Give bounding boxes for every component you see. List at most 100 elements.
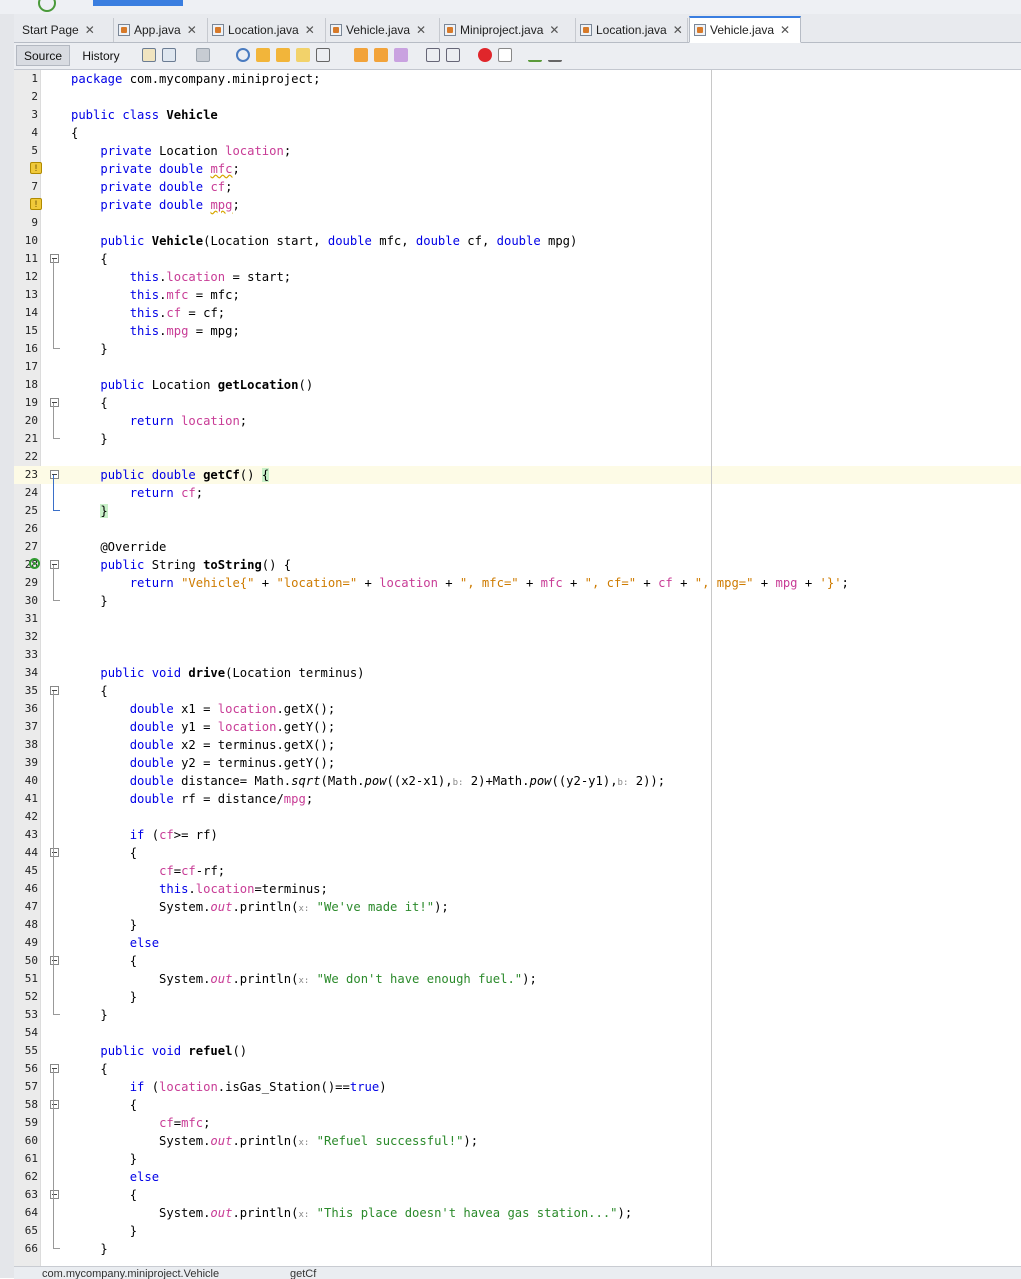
line-number: 1 (31, 72, 38, 85)
shift-right-icon[interactable] (446, 48, 460, 62)
line-number: 56 (24, 1062, 38, 1075)
tab-location-java-2[interactable]: Location.java ✕ (576, 18, 688, 42)
previous-bookmark-icon[interactable] (354, 48, 368, 62)
code-line: 13 this.mfc = mfc; (14, 286, 1021, 304)
code-editor[interactable]: 1 package com.mycompany.miniproject; 2 3p… (14, 70, 1021, 1266)
find-selection-icon[interactable] (296, 48, 310, 62)
line-number: 50 (24, 954, 38, 967)
forward-icon[interactable] (196, 48, 210, 62)
code-line: 6! private double mfc; (14, 160, 1021, 178)
code-line: 38 double x2 = terminus.getX(); (14, 736, 1021, 754)
fold-bracket (53, 1069, 60, 1249)
tab-location-java[interactable]: Location.java ✕ (208, 18, 326, 42)
code-line: 10 public Vehicle(Location start, double… (14, 232, 1021, 250)
line-number: 35 (24, 684, 38, 697)
close-icon[interactable]: ✕ (780, 23, 790, 37)
override-icon[interactable] (29, 558, 40, 569)
line-number: 44 (24, 846, 38, 859)
left-side-panel (0, 14, 15, 1278)
close-icon[interactable]: ✕ (549, 23, 559, 37)
code-line: 11 { (14, 250, 1021, 268)
fold-bracket-active (53, 475, 60, 511)
code-line: 4{ (14, 124, 1021, 142)
line-number: 37 (24, 720, 38, 733)
close-icon[interactable]: ✕ (187, 23, 197, 37)
start-macro-icon[interactable] (478, 48, 492, 62)
tab-vehicle-java[interactable]: Vehicle.java ✕ (326, 18, 440, 42)
code-line: 43 if (cf>= rf) (14, 826, 1021, 844)
line-number: 5 (31, 144, 38, 157)
code-line: 17 (14, 358, 1021, 376)
tab-start-page[interactable]: Start Page ✕ (18, 18, 114, 42)
java-file-icon (330, 24, 342, 36)
line-number: 25 (24, 504, 38, 517)
line-number: 65 (24, 1224, 38, 1237)
line-number: 3 (31, 108, 38, 121)
breadcrumb-method[interactable]: getCf (290, 1268, 316, 1279)
close-icon[interactable]: ✕ (85, 23, 95, 37)
close-icon[interactable]: ✕ (416, 23, 426, 37)
warning-icon[interactable]: ! (30, 162, 42, 174)
line-number: 38 (24, 738, 38, 751)
code-line: 20 return location; (14, 412, 1021, 430)
find-next-icon[interactable] (276, 48, 290, 62)
back-icon[interactable] (162, 48, 176, 62)
comment-icon[interactable] (528, 48, 542, 62)
code-line: 27 @Override (14, 538, 1021, 556)
warning-icon[interactable]: ! (30, 198, 42, 210)
tab-miniproject-java[interactable]: Miniproject.java ✕ (440, 18, 576, 42)
code-line: 42 (14, 808, 1021, 826)
line-number: 49 (24, 936, 38, 949)
line-number: 11 (24, 252, 38, 265)
code-line: 66 } (14, 1240, 1021, 1258)
code-line-current: 23 public double getCf() { (14, 466, 1021, 484)
line-number: 31 (24, 612, 38, 625)
find-icon[interactable] (236, 48, 250, 62)
breadcrumb-class[interactable]: com.mycompany.miniproject.Vehicle (42, 1268, 219, 1279)
code-line: 60 System.out.println(x: "Refuel success… (14, 1132, 1021, 1150)
toggle-highlight-icon[interactable] (316, 48, 330, 62)
code-line: 33 (14, 646, 1021, 664)
fold-bracket (53, 565, 60, 601)
stop-macro-icon[interactable] (498, 48, 512, 62)
code-line: 24 return cf; (14, 484, 1021, 502)
shift-left-icon[interactable] (426, 48, 440, 62)
code-line: 25 } (14, 502, 1021, 520)
line-number: 9 (31, 216, 38, 229)
code-line: 45 cf=cf-rf; (14, 862, 1021, 880)
line-number: 30 (24, 594, 38, 607)
code-line: 52 } (14, 988, 1021, 1006)
code-line: 49 else (14, 934, 1021, 952)
close-icon[interactable]: ✕ (305, 23, 315, 37)
line-number: 36 (24, 702, 38, 715)
code-line: 29 return "Vehicle{" + "location=" + loc… (14, 574, 1021, 592)
tab-vehicle-java-active[interactable]: Vehicle.java ✕ (689, 16, 801, 43)
find-previous-icon[interactable] (256, 48, 270, 62)
close-icon[interactable]: ✕ (673, 23, 683, 37)
history-button[interactable]: History (76, 45, 126, 66)
tab-app-java[interactable]: App.java ✕ (114, 18, 208, 42)
line-number: 53 (24, 1008, 38, 1021)
code-line: 12 this.location = start; (14, 268, 1021, 286)
toggle-bookmark-icon[interactable] (394, 48, 408, 62)
last-edit-icon[interactable] (142, 48, 156, 62)
fold-bracket (53, 403, 60, 439)
line-number: 42 (24, 810, 38, 823)
code-line: 22 (14, 448, 1021, 466)
line-number: 33 (24, 648, 38, 661)
code-line: 9 (14, 214, 1021, 232)
code-line: 21 } (14, 430, 1021, 448)
code-line: 46 this.location=terminus; (14, 880, 1021, 898)
java-file-icon (444, 24, 456, 36)
next-bookmark-icon[interactable] (374, 48, 388, 62)
source-button[interactable]: Source (16, 45, 70, 66)
uncomment-icon[interactable] (548, 48, 562, 62)
line-number: 18 (24, 378, 38, 391)
line-number: 27 (24, 540, 38, 553)
code-line: 36 double x1 = location.getX(); (14, 700, 1021, 718)
line-number: 14 (24, 306, 38, 319)
code-line: 65 } (14, 1222, 1021, 1240)
line-number: 12 (24, 270, 38, 283)
code-line: 59 cf=mfc; (14, 1114, 1021, 1132)
tab-label: Vehicle.java (710, 23, 775, 37)
